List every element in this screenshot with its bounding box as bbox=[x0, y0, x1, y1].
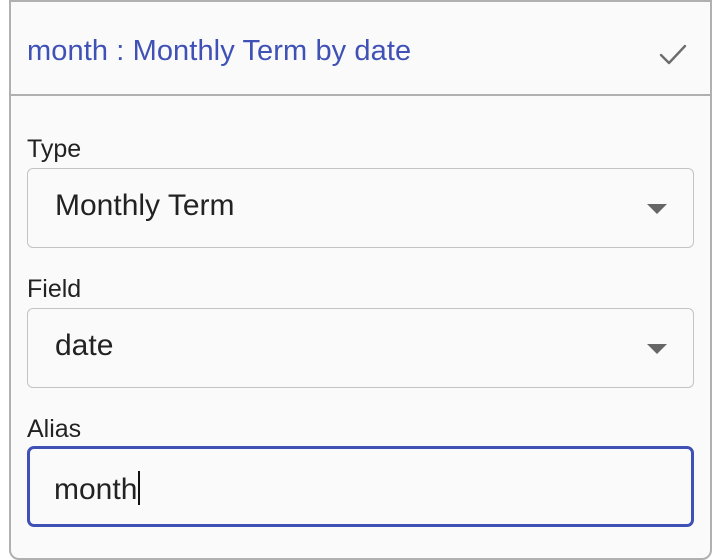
alias-input-value: month bbox=[54, 471, 141, 507]
type-label: Type bbox=[27, 135, 82, 163]
text-caret bbox=[138, 471, 141, 505]
chevron-down-icon bbox=[647, 204, 667, 214]
check-icon[interactable] bbox=[658, 40, 688, 70]
alias-label: Alias bbox=[27, 415, 82, 443]
panel-header[interactable]: month : Monthly Term by date bbox=[11, 2, 710, 96]
type-select[interactable]: Monthly Term bbox=[27, 168, 694, 248]
field-label: Field bbox=[27, 275, 82, 303]
type-select-value: Monthly Term bbox=[55, 189, 235, 222]
alias-input[interactable]: month bbox=[27, 446, 694, 527]
field-select[interactable]: date bbox=[27, 308, 694, 388]
panel-title: month : Monthly Term by date bbox=[27, 35, 412, 67]
aggregation-panel: month : Monthly Term by date Type Monthl… bbox=[9, 0, 712, 560]
alias-input-text: month bbox=[54, 473, 138, 506]
field-select-value: date bbox=[55, 329, 114, 362]
chevron-down-icon bbox=[647, 344, 667, 354]
